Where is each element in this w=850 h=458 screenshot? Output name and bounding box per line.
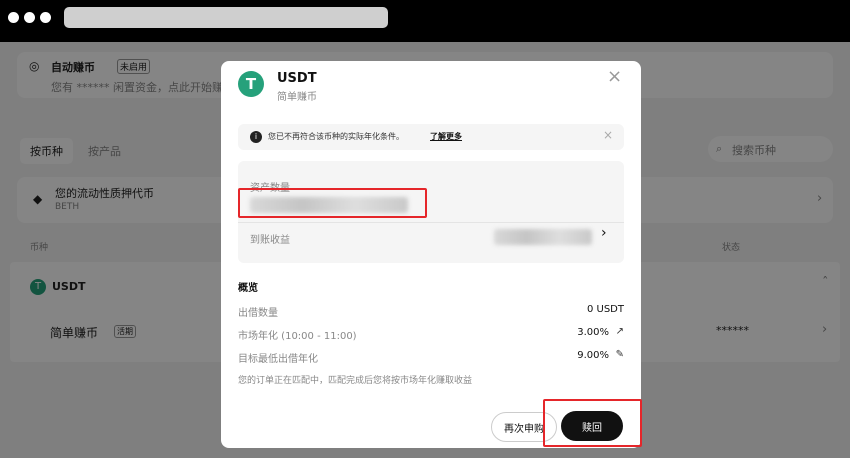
min-apr-value: 9.00% (577, 350, 609, 361)
browser-topbar (0, 0, 850, 42)
info-icon: i (250, 131, 262, 143)
lend-amount-label: 出借数量 (238, 308, 278, 319)
tether-logo-icon: T (238, 71, 264, 97)
learn-more-link[interactable]: 了解更多 (430, 131, 462, 142)
highlight-asset-box (238, 188, 427, 218)
chevron-right-icon[interactable]: › (601, 225, 607, 241)
notice-banner: i 您已不再符合该币种的实际年化条件。 了解更多 × (238, 124, 624, 150)
matching-note: 您的订单正在匹配中，匹配完成后您将按市场年化赚取收益 (238, 376, 473, 386)
close-icon[interactable]: × (607, 66, 622, 87)
notice-text: 您已不再符合该币种的实际年化条件。 (268, 132, 404, 141)
min-apr-label: 目标最低出借年化 (238, 354, 318, 365)
highlight-redeem-button (543, 399, 642, 447)
modal-subtitle: 简单赚币 (277, 92, 317, 103)
earnings-label: 到账收益 (250, 235, 290, 246)
overview-title: 概览 (238, 283, 258, 294)
notice-close-icon[interactable]: × (603, 128, 613, 142)
address-bar[interactable] (64, 7, 388, 28)
market-apr-value: 3.00% (577, 327, 609, 338)
divider (238, 222, 624, 223)
edit-icon[interactable]: ✎ (616, 349, 624, 360)
lend-amount-value: 0 USDT (586, 304, 624, 315)
modal-coin-title: USDT (277, 71, 317, 86)
window-dot-icon[interactable] (24, 12, 35, 23)
window-dot-icon[interactable] (8, 12, 19, 23)
redeem-modal: T USDT 简单赚币 × i 您已不再符合该币种的实际年化条件。 了解更多 ×… (221, 61, 642, 448)
earnings-blurred (494, 229, 592, 245)
market-apr-label: 市场年化 (10:00 - 11:00) (238, 331, 357, 342)
trend-icon[interactable]: ↗ (616, 326, 624, 337)
window-dot-icon[interactable] (40, 12, 51, 23)
